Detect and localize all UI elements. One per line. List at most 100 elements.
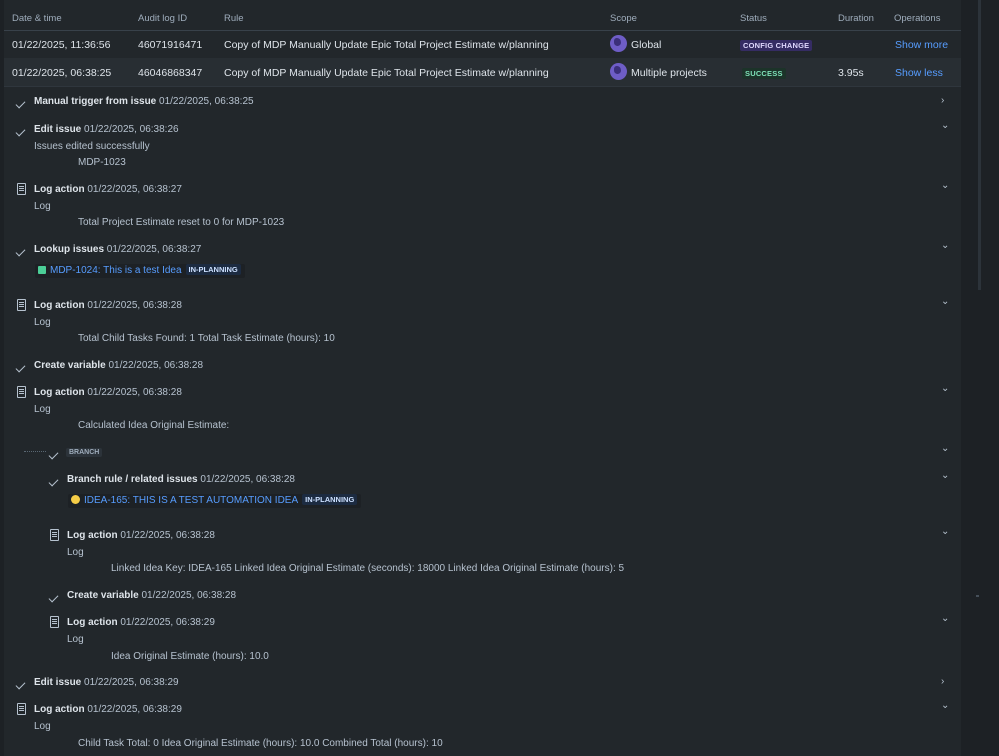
row-datetime: 01/22/2025, 06:38:25 [12,67,112,79]
check-icon [48,591,59,603]
branch-group[interactable]: BRANCH ⌄ [4,443,961,467]
log-entry-create-variable: Create variable 01/22/2025, 06:38:28 [4,356,961,380]
entry-title: Log action [34,300,85,311]
chevron-down-icon[interactable]: ⌄ [941,383,949,394]
log-entry-log-action[interactable]: Log action 01/22/2025, 06:38:28 ⌄ [4,383,961,407]
entry-time: 01/22/2025, 06:38:28 [108,360,204,371]
entry-title: Log action [67,530,118,541]
entry-subtext: Log [34,317,51,328]
table-header: Date & time Audit log ID Rule Scope Stat… [4,0,961,31]
issue-link-text[interactable]: MDP-1024: This is a test Idea [50,265,182,276]
issue-status-badge: IN-PLANNING [302,494,358,505]
issue-status-badge: IN-PLANNING [185,264,241,275]
entry-title: Branch rule / related issues [67,474,198,485]
log-entry-edit-issue[interactable]: Edit issue 01/22/2025, 06:38:29 › [4,673,961,697]
entry-title: Log action [34,704,85,715]
log-entry-branch-rule[interactable]: Branch rule / related issues 01/22/2025,… [4,470,961,494]
entry-value: Linked Idea Key: IDEA-165 Linked Idea Or… [111,563,625,574]
scroll-marker [976,595,979,597]
check-icon [15,678,26,690]
check-icon [48,448,59,460]
entry-subtext: Log [34,721,51,732]
status-badge: CONFIG CHANGE [740,40,813,51]
chevron-down-icon[interactable]: ⌄ [941,120,949,131]
log-entry-log-action[interactable]: Log action 01/22/2025, 06:38:29 ⌄ [4,613,961,637]
log-entry-log-action[interactable]: Log action 01/22/2025, 06:38:29 ⌄ [4,700,961,724]
entry-title: Log action [34,387,85,398]
header-status[interactable]: Status [740,13,767,24]
audit-log-panel: Date & time Audit log ID Rule Scope Stat… [4,0,961,756]
entry-subtext: Log [34,404,51,415]
row-rule: Copy of MDP Manually Update Epic Total P… [224,67,549,79]
chevron-down-icon[interactable]: ⌄ [941,180,949,191]
table-row[interactable]: 01/22/2025, 06:38:25 46046868347 Copy of… [4,58,961,87]
issue-link-idea-165[interactable]: IDEA-165: THIS IS A TEST AUTOMATION IDEA… [68,494,362,508]
log-document-icon [50,616,59,631]
log-document-icon [17,183,26,198]
chevron-down-icon[interactable]: ⌄ [941,526,949,537]
entry-time: 01/22/2025, 06:38:29 [87,704,182,715]
header-datetime[interactable]: Date & time [12,13,62,24]
entry-title: Manual trigger from issue [34,96,157,107]
entry-time: 01/22/2025, 06:38:27 [106,244,202,255]
entry-title: Create variable [67,590,139,601]
show-less-link[interactable]: Show less [895,67,943,79]
header-audit-id[interactable]: Audit log ID [138,13,187,24]
entry-title: Log action [34,184,85,195]
entry-time: 01/22/2025, 06:38:25 [159,96,254,107]
idea-icon [71,495,80,504]
issue-link-mdp-1024[interactable]: MDP-1024: This is a test Idea IN-PLANNING [35,264,245,278]
entry-time: 01/22/2025, 06:38:27 [87,184,182,195]
chevron-down-icon[interactable]: ⌄ [941,296,949,307]
entry-subtext: Log [67,634,84,645]
entry-title: Create variable [34,360,106,371]
entry-time: 01/22/2025, 06:38:28 [200,474,295,485]
header-rule[interactable]: Rule [224,13,244,24]
row-scope: Multiple projects [631,67,707,79]
entry-value: MDP-1023 [78,157,126,168]
branch-tag: BRANCH [66,448,103,457]
entry-value: Child Task Total: 0 Idea Original Estima… [78,738,443,749]
chevron-down-icon[interactable]: ⌄ [941,240,949,251]
log-entry-manual-trigger[interactable]: Manual trigger from issue 01/22/2025, 06… [4,92,961,116]
entry-time: 01/22/2025, 06:38:28 [120,530,215,541]
chevron-right-icon[interactable]: › [941,676,944,687]
log-document-icon [17,299,26,314]
entry-time: 01/22/2025, 06:38:28 [87,300,182,311]
row-duration: 3.95s [838,67,864,79]
header-duration[interactable]: Duration [838,13,874,24]
chevron-down-icon[interactable]: ⌄ [941,613,949,624]
chevron-down-icon[interactable]: ⌄ [941,443,949,454]
header-scope[interactable]: Scope [610,13,637,24]
chevron-down-icon[interactable]: ⌄ [941,700,949,711]
entry-value: Total Child Tasks Found: 1 Total Task Es… [78,333,335,344]
check-icon [15,125,26,137]
entry-time: 01/22/2025, 06:38:26 [84,124,179,135]
log-entry-lookup-issues[interactable]: Lookup issues 01/22/2025, 06:38:27 ⌄ [4,240,961,264]
log-document-icon [17,386,26,401]
issue-link-text[interactable]: IDEA-165: THIS IS A TEST AUTOMATION IDEA [84,495,298,506]
scrollbar[interactable] [978,0,981,290]
entry-title: Edit issue [34,677,82,688]
entry-title: Log action [67,617,118,628]
row-datetime: 01/22/2025, 11:36:56 [12,39,111,51]
check-icon [48,475,59,487]
story-icon [38,266,46,274]
show-more-link[interactable]: Show more [895,39,948,51]
entry-value: Idea Original Estimate (hours): 10.0 [111,651,269,662]
log-entry-log-action[interactable]: Log action 01/22/2025, 06:38:28 ⌄ [4,296,961,320]
chevron-right-icon[interactable]: › [941,95,944,106]
entry-title: Edit issue [34,124,82,135]
entry-subtext: Log [34,201,51,212]
check-icon [15,245,26,257]
log-entry-log-action[interactable]: Log action 01/22/2025, 06:38:28 ⌄ [4,526,961,550]
check-icon [15,97,26,109]
chevron-down-icon[interactable]: ⌄ [941,470,949,481]
entry-time: 01/22/2025, 06:38:28 [87,387,182,398]
log-document-icon [50,529,59,544]
row-audit-id: 46046868347 [138,67,203,79]
log-entry-log-action[interactable]: Log action 01/22/2025, 06:38:27 ⌄ [4,180,961,204]
row-audit-id: 46071916471 [138,39,203,51]
entry-subtext: Log [67,547,84,558]
table-row[interactable]: 01/22/2025, 11:36:56 46071916471 Copy of… [4,30,961,59]
